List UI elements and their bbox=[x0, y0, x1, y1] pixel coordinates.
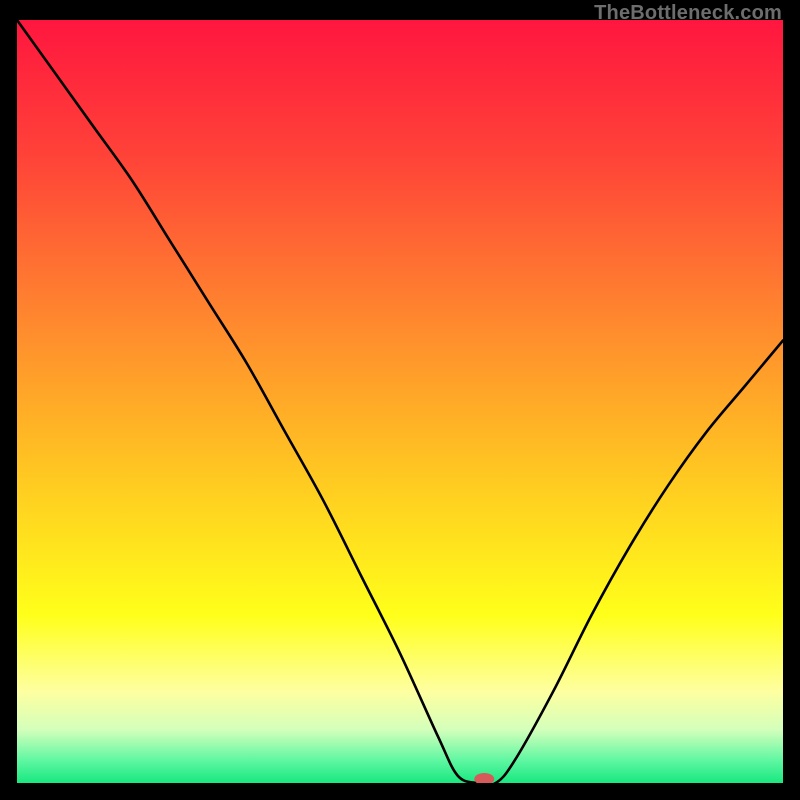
gradient-background bbox=[17, 20, 783, 783]
chart-frame: TheBottleneck.com bbox=[0, 0, 800, 800]
bottleneck-chart bbox=[17, 20, 783, 783]
plot-area bbox=[17, 20, 783, 783]
